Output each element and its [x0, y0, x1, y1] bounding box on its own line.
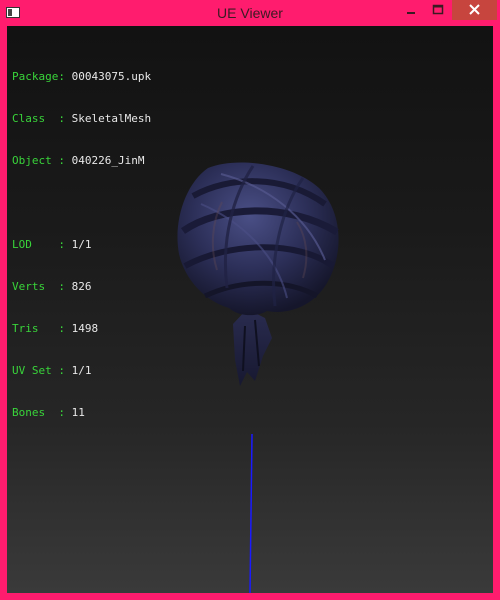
info-row-uv-set: UV Set : 1/1	[12, 364, 92, 377]
info-row-lod: LOD : 1/1	[12, 238, 92, 251]
turban-mesh	[177, 162, 339, 386]
close-button[interactable]	[452, 0, 497, 20]
info-row-class: Class : SkeletalMesh	[12, 112, 152, 125]
maximize-icon	[432, 4, 444, 15]
3d-viewport[interactable]: Package: 00043075.upk Class : SkeletalMe…	[7, 26, 493, 593]
mesh-info-panel: Package: 00043075.upk Class : SkeletalMe…	[12, 42, 151, 448]
info-row-package: Package: 00043075.upk	[12, 70, 152, 83]
app-window: UE Viewer Package: 00043075.upk Class: …	[0, 0, 500, 600]
info-row-object: Object : 040226_JinM	[12, 154, 145, 167]
info-row-verts: Verts : 826	[12, 280, 92, 293]
bone-axis-line	[249, 433, 253, 593]
maximize-button[interactable]	[425, 0, 451, 20]
info-row-bones: Bones : 11	[12, 406, 85, 419]
close-icon	[469, 4, 480, 15]
title-bar[interactable]: UE Viewer	[0, 0, 500, 26]
info-row-tris: Tris : 1498	[12, 322, 99, 335]
minimize-button[interactable]	[398, 0, 424, 20]
minimize-icon	[407, 12, 415, 14]
